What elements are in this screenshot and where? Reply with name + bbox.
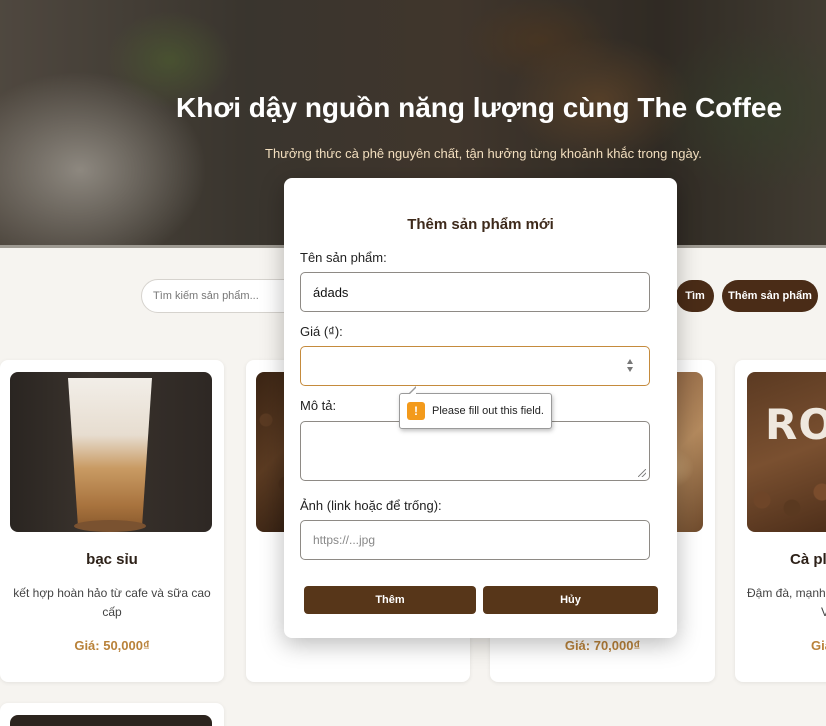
product-image [10, 372, 212, 532]
product-image-input[interactable] [300, 520, 650, 560]
coaster-image [74, 520, 146, 532]
search-button[interactable]: Tìm [676, 280, 714, 312]
spinner-arrows-icon[interactable] [627, 359, 635, 373]
product-description: Đậm đà, mạnh [747, 586, 826, 600]
modal-title: Thêm sản phẩm mới [407, 216, 554, 233]
product-name-input[interactable] [300, 272, 650, 312]
product-description-input[interactable] [300, 421, 650, 481]
product-card[interactable]: ROB Cà pl Đậm đà, mạnh V Giá [735, 360, 826, 682]
product-image: ROB [747, 372, 826, 532]
product-price: Giá [811, 638, 826, 653]
image-label: Ảnh (link hoặc để trống): [300, 498, 442, 513]
product-price: Giá: 50,000₫ [74, 638, 150, 653]
price-label: Giá (₫): [300, 324, 343, 339]
product-price-input[interactable] [300, 346, 650, 386]
name-label: Tên sản phẩm: [300, 250, 387, 265]
add-product-button[interactable]: Thêm sản phẩm [722, 280, 818, 312]
validation-message: Please fill out this field. [432, 405, 544, 417]
hero-subtitle: Thưởng thức cà phê nguyên chất, tận hưởn… [265, 146, 702, 161]
warning-icon: ! [407, 402, 425, 420]
cancel-button[interactable]: Hủy [483, 586, 658, 614]
product-price: Giá: 70,000₫ [564, 638, 641, 653]
product-card[interactable]: bạc sỉu kết hợp hoàn hảo từ cafe và sữa … [0, 360, 224, 682]
hero-title: Khơi dậy nguồn năng lượng cùng The Coffe… [176, 92, 783, 123]
product-name: Cà pl [790, 551, 826, 568]
product-card[interactable] [0, 703, 224, 726]
resize-grip-icon[interactable] [638, 469, 646, 477]
product-image-label: ROB [765, 400, 826, 449]
validation-tooltip: ! Please fill out this field. [399, 386, 552, 429]
submit-button[interactable]: Thêm [304, 586, 476, 614]
product-image [10, 715, 212, 726]
description-label: Mô tả: [300, 398, 337, 413]
product-description-line2: V [821, 605, 826, 619]
drink-glass-image [68, 378, 152, 528]
product-name: bạc sỉu [86, 551, 138, 568]
product-description: kết hợp hoàn hảo từ cafe và sữa cao cấp [13, 586, 211, 619]
